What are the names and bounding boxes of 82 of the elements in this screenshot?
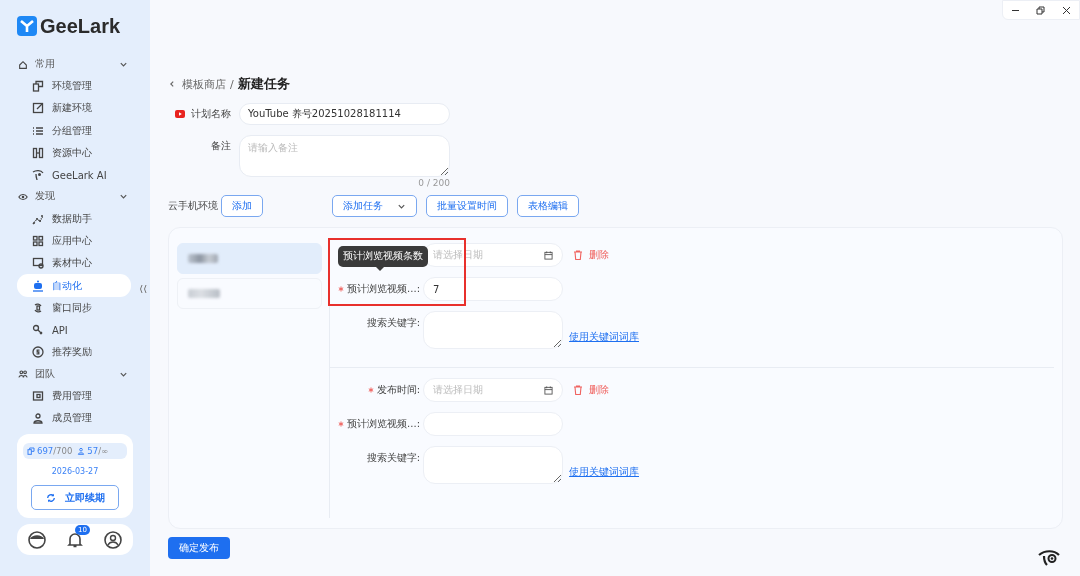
submit-button[interactable]: 确定发布 <box>168 537 230 559</box>
blurred-label <box>188 289 220 298</box>
character-counter: 0 / 200 <box>418 178 450 188</box>
note-field[interactable]: 请输入备注 <box>239 135 450 177</box>
device-quota: 697/700 <box>37 446 73 457</box>
renew-button[interactable]: 立即续期 <box>31 485 119 511</box>
eye-logo-icon <box>1038 550 1060 566</box>
image-icon <box>32 257 44 270</box>
keyword-library-link[interactable]: 使用关键词词库 <box>569 330 639 344</box>
devices-icon <box>27 447 35 456</box>
blurred-label <box>188 254 218 263</box>
toolbar-button[interactable]: 表格编辑 <box>517 195 579 217</box>
nav-item[interactable]: 资源中心 <box>17 141 131 165</box>
scatter-icon <box>32 212 44 225</box>
wallet-icon <box>32 389 44 402</box>
refresh-icon <box>45 492 56 503</box>
keyword-field[interactable] <box>423 311 563 349</box>
nav-item[interactable]: 成员管理 <box>17 406 131 430</box>
collapse-icon[interactable] <box>138 284 147 294</box>
nav-item[interactable]: 费用管理 <box>17 384 131 407</box>
breadcrumb-separator: / <box>230 77 234 91</box>
nav-item[interactable]: 应用中心 <box>17 229 131 253</box>
member-quota: 57/∞ <box>87 446 109 457</box>
field-label: 预计浏览视频...: <box>347 282 420 296</box>
name-field[interactable]: YouTube 养号20251028181114 <box>239 103 450 125</box>
nav-item[interactable]: GeeLark AI <box>17 164 131 187</box>
nav-item[interactable]: 素材中心 <box>17 252 131 275</box>
close-icon[interactable] <box>1061 5 1071 15</box>
field-label: 搜索关键字: <box>366 316 420 330</box>
trash-icon <box>573 385 583 395</box>
number-field[interactable]: 7 <box>423 277 563 301</box>
add-button[interactable]: 添加 <box>221 195 263 217</box>
nav-item[interactable]: API <box>17 318 131 342</box>
bell-icon[interactable] <box>66 530 84 549</box>
restore-icon[interactable] <box>1036 5 1046 15</box>
nav-item[interactable]: 环境管理 <box>17 75 131 98</box>
nav-item[interactable]: 分组管理 <box>17 119 131 142</box>
robot-icon <box>32 279 44 292</box>
back-icon[interactable] <box>168 80 176 88</box>
list-icon <box>32 124 44 137</box>
nav-item[interactable]: 窗口同步 <box>17 296 131 319</box>
field-label: 预计浏览视频...: <box>347 417 420 431</box>
nav-item[interactable]: 新建环境 <box>17 97 131 120</box>
section-header[interactable]: 发现 <box>0 186 150 208</box>
edit-icon <box>32 102 44 115</box>
profile-icon[interactable] <box>103 529 124 550</box>
logo-icon <box>17 16 37 36</box>
page-title: 新建任务 <box>237 75 290 93</box>
nav-item[interactable]: 推荐奖励 <box>17 341 131 364</box>
bars-icon <box>32 147 44 160</box>
section-header[interactable]: 常用 <box>0 54 150 75</box>
support-icon[interactable] <box>26 529 47 550</box>
expiry-date: 2026-03-27 <box>51 467 99 477</box>
field-label: 计划名称 <box>191 107 231 121</box>
house-icon <box>18 59 28 70</box>
field-label: 备注 <box>211 139 231 153</box>
grid-icon <box>32 234 44 247</box>
breadcrumb-link[interactable]: 模板商店 <box>182 76 226 92</box>
video-icon <box>175 110 185 118</box>
nav-item[interactable]: 自动化 <box>17 274 131 297</box>
keyword-field[interactable] <box>423 446 563 484</box>
section-header[interactable]: 团队 <box>0 363 150 385</box>
coin-icon <box>32 346 44 359</box>
eye-logo-icon <box>32 169 44 182</box>
environment-label: 云手机环境 <box>168 199 218 213</box>
people-icon <box>18 369 28 380</box>
user-icon <box>32 412 44 424</box>
field-label: 发布时间: <box>376 383 420 397</box>
add-task-dropdown[interactable]: 添加任务 <box>332 195 417 217</box>
eye-icon <box>18 192 28 202</box>
toolbar-button[interactable]: 批量设置时间 <box>426 195 508 217</box>
keyword-library-link[interactable]: 使用关键词词库 <box>569 465 639 479</box>
user-icon <box>77 447 86 456</box>
devices-icon <box>32 80 44 93</box>
calendar-icon <box>544 250 553 260</box>
key-icon <box>32 324 44 337</box>
trash-icon <box>573 250 583 260</box>
app-name: GeeLark <box>40 14 121 38</box>
field-label: 搜索关键字: <box>366 451 420 465</box>
calendar-icon <box>544 385 553 395</box>
sync-icon <box>32 301 44 314</box>
nav-item[interactable]: 数据助手 <box>17 207 131 230</box>
